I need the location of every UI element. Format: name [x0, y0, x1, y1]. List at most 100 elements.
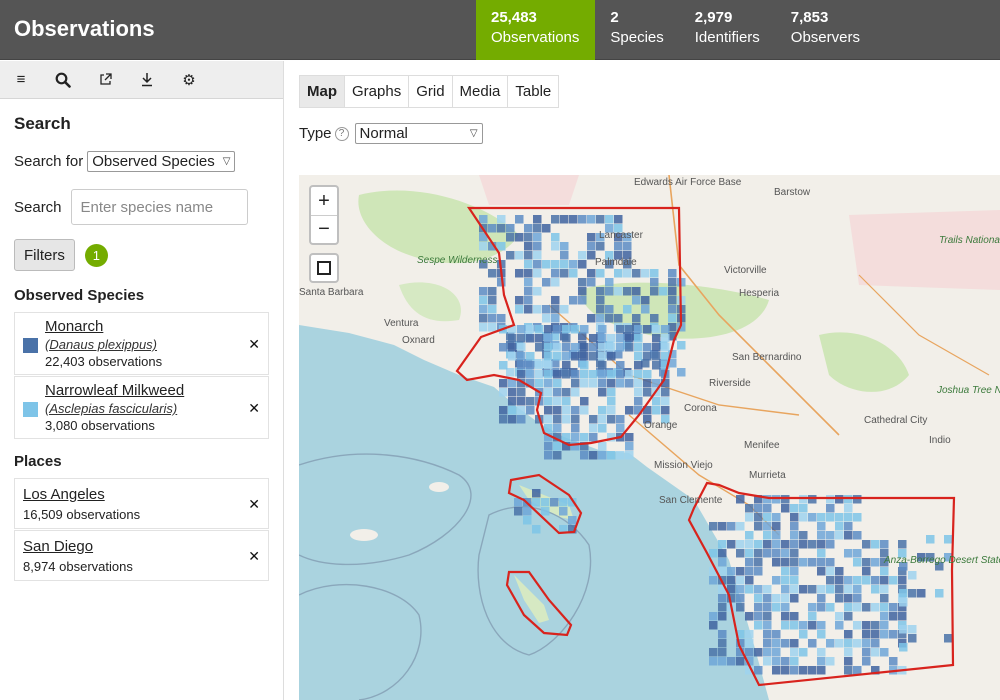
observation-cell — [898, 540, 907, 549]
search-for-label: Search for — [14, 153, 84, 170]
observation-cell — [862, 558, 871, 567]
observation-cell — [763, 504, 772, 513]
observation-cell — [542, 260, 551, 269]
observation-cell — [562, 433, 571, 442]
gear-icon[interactable]: ⚙ — [168, 61, 210, 99]
observation-cell — [661, 406, 670, 415]
observation-cell — [607, 334, 616, 343]
observation-cell — [781, 585, 790, 594]
observation-cell — [562, 334, 571, 343]
observation-cell — [880, 576, 889, 585]
map-type-select[interactable]: Normal ▽ — [354, 123, 483, 144]
observation-cell — [754, 585, 763, 594]
species-name-link[interactable]: Monarch — [45, 318, 268, 336]
species-name-link[interactable]: Narrowleaf Milkweed — [45, 382, 268, 400]
observation-cell — [944, 634, 953, 643]
observation-cell — [853, 594, 862, 603]
observation-cell — [826, 603, 835, 612]
observation-cell — [727, 540, 736, 549]
observation-cell — [598, 415, 607, 424]
help-icon[interactable]: ? — [334, 126, 349, 141]
observation-cell — [908, 589, 917, 598]
observation-cell — [607, 406, 616, 415]
observation-cell — [605, 305, 614, 314]
observation-cell — [844, 666, 853, 675]
observation-cell — [553, 424, 562, 433]
observation-cell — [614, 314, 623, 323]
stat-value: 7,853 — [790, 9, 829, 26]
species-scientific-name[interactable]: (Danaus plexippus) — [45, 336, 268, 353]
zoom-out-button[interactable]: − — [311, 215, 337, 243]
observation-cell — [517, 370, 526, 379]
observation-cell — [853, 621, 862, 630]
close-icon[interactable]: ✕ — [248, 496, 260, 513]
tab-grid[interactable]: Grid — [408, 75, 453, 108]
observation-cell — [835, 621, 844, 630]
observation-cell — [587, 278, 596, 287]
menu-icon[interactable]: ≡ — [0, 61, 42, 99]
observation-cell — [799, 666, 808, 675]
external-link-icon[interactable] — [84, 61, 126, 99]
observation-cell — [889, 630, 898, 639]
place-name-link[interactable]: Los Angeles — [23, 485, 268, 504]
observation-cell — [508, 388, 517, 397]
observation-cell — [754, 540, 763, 549]
observation-cell — [544, 334, 553, 343]
observation-cell — [652, 325, 661, 334]
observation-cell — [625, 442, 634, 451]
download-icon[interactable] — [126, 61, 168, 99]
observation-cell — [488, 305, 497, 314]
species-scientific-name[interactable]: (Asclepias fascicularis) — [45, 400, 268, 417]
filters-row: Filters 1 — [14, 239, 269, 271]
search-for-select[interactable]: Observed Species ▽ — [87, 151, 236, 172]
filter-count-badge: 1 — [84, 243, 108, 267]
observation-cell — [661, 388, 670, 397]
observation-cell — [598, 370, 607, 379]
map-label: Hesperia — [739, 288, 780, 299]
stat-identifiers[interactable]: 2,979 Identifiers — [680, 0, 776, 60]
tab-media[interactable]: Media — [451, 75, 509, 108]
place-card: San Diego 8,974 observations ✕ — [14, 530, 269, 581]
observation-cell — [553, 451, 562, 460]
stat-observers[interactable]: 7,853 Observers — [776, 0, 876, 60]
observation-cell — [844, 549, 853, 558]
observation-cell — [790, 657, 799, 666]
observation-cell — [589, 352, 598, 361]
observation-cell — [799, 558, 808, 567]
observation-cell — [668, 314, 677, 323]
observation-cell — [643, 343, 652, 352]
observation-cell — [515, 215, 524, 224]
observation-cell — [871, 648, 880, 657]
draw-rectangle-button[interactable] — [309, 253, 339, 283]
observation-cell — [709, 522, 718, 531]
observation-cell — [817, 531, 826, 540]
tab-table[interactable]: Table — [507, 75, 560, 108]
observation-cell — [479, 215, 488, 224]
tab-graphs[interactable]: Graphs — [344, 75, 410, 108]
tab-map[interactable]: Map — [299, 75, 345, 108]
close-icon[interactable]: ✕ — [248, 336, 260, 353]
observation-cell — [632, 296, 641, 305]
stat-species[interactable]: 2 Species — [595, 0, 679, 60]
island — [350, 529, 378, 541]
species-search-input[interactable] — [70, 189, 248, 225]
stat-observations[interactable]: 25,483 Observations — [476, 0, 596, 60]
map-canvas[interactable]: Edwards Air Force Base Barstow Lancaster… — [299, 175, 1000, 700]
observation-cell — [781, 558, 790, 567]
observation-cell — [571, 352, 580, 361]
close-icon[interactable]: ✕ — [248, 548, 260, 565]
zoom-in-button[interactable]: + — [311, 187, 337, 215]
observation-cell — [871, 576, 880, 585]
observation-cell — [898, 612, 907, 621]
filters-button[interactable]: Filters — [14, 239, 75, 271]
search-icon[interactable] — [42, 61, 84, 99]
close-icon[interactable]: ✕ — [248, 400, 260, 417]
observation-cell — [781, 621, 790, 630]
observation-cell — [835, 639, 844, 648]
observation-cell — [871, 585, 880, 594]
observation-cell — [781, 540, 790, 549]
place-name-link[interactable]: San Diego — [23, 537, 268, 556]
observation-cell — [835, 531, 844, 540]
observation-cell — [650, 278, 659, 287]
observation-cell — [643, 352, 652, 361]
